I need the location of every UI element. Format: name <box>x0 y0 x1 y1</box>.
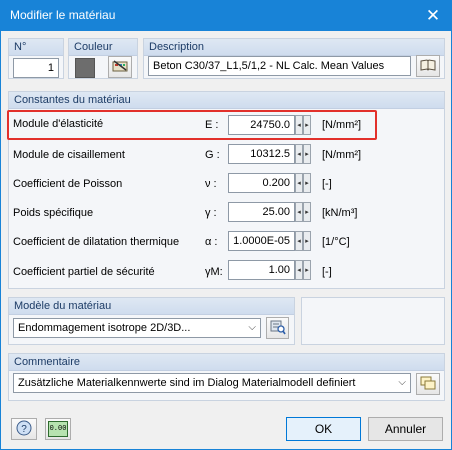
help-icon: ? <box>15 420 33 439</box>
palette-icon <box>112 59 128 76</box>
magnifier-icon <box>270 319 286 338</box>
safety-factor-spin-up[interactable]: ▸ <box>303 260 311 280</box>
model-title: Modèle du matériau <box>9 298 294 315</box>
comment-value: Zusätzliche Materialkennwerte sind im Di… <box>18 377 356 389</box>
thermal-expansion-label: Coefficient de dilatation thermique <box>13 236 180 248</box>
elasticity-input[interactable]: 24750.0 <box>228 115 295 135</box>
chevron-down-icon: ⌵ <box>248 322 256 333</box>
thermal-expansion-input[interactable]: 1.0000E-05 <box>228 231 295 251</box>
model-dropdown[interactable]: Endommagement isotrope 2D/3D... ⌵ <box>13 318 261 338</box>
poisson-symbol: ν : <box>205 178 217 190</box>
help-button[interactable]: ? <box>11 418 37 440</box>
thermal-expansion-spin-up[interactable]: ▸ <box>303 231 311 251</box>
safety-factor-input[interactable]: 1.00 <box>228 260 295 280</box>
specific-weight-label: Poids spécifique <box>13 207 94 219</box>
cancel-button[interactable]: Annuler <box>368 417 443 441</box>
color-picker-button[interactable] <box>108 56 132 78</box>
shear-input[interactable]: 10312.5 <box>228 144 295 164</box>
book-icon <box>420 58 436 74</box>
number-field[interactable]: 1 <box>13 58 59 78</box>
material-dialog: Modifier le matériau ✕ N° 1 Couleur Desc… <box>0 0 452 450</box>
elasticity-symbol: E : <box>205 119 219 131</box>
calculator-icon: 0.00 <box>48 421 68 437</box>
ok-button[interactable]: OK <box>286 417 361 441</box>
safety-factor-label: Coefficient partiel de sécurité <box>13 266 155 278</box>
safety-factor-spin-down[interactable]: ◂ <box>295 260 303 280</box>
calculator-button[interactable]: 0.00 <box>45 418 71 440</box>
elasticity-unit: [N/mm²] <box>322 119 362 131</box>
color-label: Couleur <box>69 39 137 56</box>
specific-weight-spin-up[interactable]: ▸ <box>303 202 311 222</box>
description-field[interactable]: Beton C30/37_L1,5/1,2 - NL Calc. Mean Va… <box>148 56 411 76</box>
empty-panel <box>301 297 445 345</box>
shear-unit: [N/mm²] <box>322 149 362 161</box>
shear-spin-up[interactable]: ▸ <box>303 144 311 164</box>
specific-weight-input[interactable]: 25.00 <box>228 202 295 222</box>
shear-spin-down[interactable]: ◂ <box>295 144 303 164</box>
shear-symbol: G : <box>205 149 220 161</box>
model-settings-button[interactable] <box>266 317 289 339</box>
comment-library-button[interactable] <box>416 373 440 395</box>
specific-weight-symbol: γ : <box>205 207 217 219</box>
chevron-down-icon: ⌵ <box>398 377 406 388</box>
thermal-expansion-spin-down[interactable]: ◂ <box>295 231 303 251</box>
specific-weight-spin-down[interactable]: ◂ <box>295 202 303 222</box>
poisson-label: Coefficient de Poisson <box>13 178 123 190</box>
library-button[interactable] <box>416 55 440 77</box>
elasticity-spin-up[interactable]: ▸ <box>303 115 311 135</box>
svg-text:?: ? <box>21 424 27 435</box>
shear-label: Module de cisaillement <box>13 149 125 161</box>
thermal-expansion-unit: [1/°C] <box>322 236 350 248</box>
number-label: N° <box>9 39 63 56</box>
calculator-icon-text: 0.00 <box>49 425 67 433</box>
poisson-unit: [-] <box>322 178 332 190</box>
constants-title: Constantes du matériau <box>9 92 444 109</box>
thermal-expansion-symbol: α : <box>205 236 218 248</box>
comment-title: Commentaire <box>9 354 444 371</box>
copy-icon <box>420 376 436 393</box>
description-label: Description <box>144 39 444 56</box>
model-value: Endommagement isotrope 2D/3D... <box>18 322 191 334</box>
poisson-spin-up[interactable]: ▸ <box>303 173 311 193</box>
window-title: Modifier le matériau <box>10 8 116 22</box>
poisson-spin-down[interactable]: ◂ <box>295 173 303 193</box>
poisson-input[interactable]: 0.200 <box>228 173 295 193</box>
safety-factor-unit: [-] <box>322 266 332 278</box>
title-bar: Modifier le matériau ✕ <box>1 1 451 31</box>
specific-weight-unit: [kN/m³] <box>322 207 358 219</box>
safety-factor-symbol: γM: <box>205 266 223 278</box>
color-swatch[interactable] <box>75 58 95 78</box>
comment-dropdown[interactable]: Zusätzliche Materialkennwerte sind im Di… <box>13 373 411 393</box>
close-icon[interactable]: ✕ <box>415 1 451 31</box>
elasticity-label: Module d'élasticité <box>13 118 104 130</box>
elasticity-spin-down[interactable]: ◂ <box>295 115 303 135</box>
